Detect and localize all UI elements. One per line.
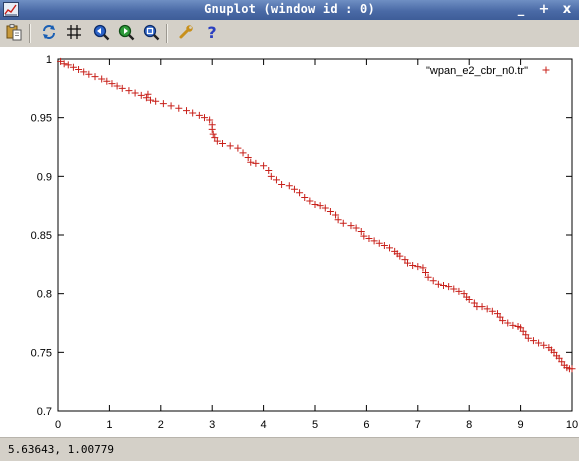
close-button[interactable]: x [558, 1, 576, 18]
y-tick-label: 0.75 [31, 347, 52, 359]
plot-border [57, 58, 573, 412]
data-point [131, 89, 139, 97]
legend-marker [542, 66, 550, 74]
data-point [311, 200, 319, 208]
y-tick-label: 0.95 [31, 113, 52, 125]
data-point [159, 100, 167, 108]
scatter-chart[interactable]: 0 1 2 3 4 5 6 7 8 9 10 0.7 0.75 0.8 0.85 0.9 0.95 1 "wpan… [0, 47, 579, 437]
toolbar-separator [29, 24, 31, 43]
data-point [290, 185, 298, 193]
data-point [414, 263, 422, 271]
x-tick-label: 2 [158, 419, 164, 431]
zoom-previous-icon [92, 23, 110, 45]
wrench-icon [177, 23, 195, 45]
x-tick-label: 0 [55, 419, 61, 431]
status-bar: 5.63643, 1.00779 [0, 437, 579, 461]
x-tick-label: 7 [415, 419, 421, 431]
data-point [167, 102, 175, 110]
autoscale-button[interactable] [140, 23, 162, 44]
data-point [226, 142, 234, 150]
previous-zoom-button[interactable] [90, 23, 112, 44]
grid-icon [65, 23, 83, 45]
data-point [296, 189, 304, 197]
title-bar[interactable]: Gnuplot (window id : 0) _ + x [0, 0, 579, 20]
y-tick-label: 0.7 [37, 406, 52, 418]
data-point [285, 182, 293, 190]
x-tick-label: 9 [518, 419, 524, 431]
copy-to-clipboard-button[interactable] [3, 23, 25, 44]
y-tick-label: 0.8 [37, 289, 52, 301]
x-tick-label: 5 [312, 419, 318, 431]
toolbar: ? [0, 20, 579, 48]
window-title: Gnuplot (window id : 0) [204, 2, 375, 16]
x-tick-label: 6 [363, 419, 369, 431]
replot-icon [40, 23, 58, 45]
legend-plus-marker [542, 66, 550, 74]
data-point [189, 109, 197, 117]
maximize-button[interactable]: + [535, 1, 553, 18]
legend-label: "wpan_e2_cbr_n0.tr" [426, 65, 528, 77]
cursor-coordinates: 5.63643, 1.00779 [8, 443, 114, 456]
data-point [260, 162, 268, 170]
x-tick-label: 8 [466, 419, 472, 431]
svg-text:?: ? [207, 23, 216, 41]
x-tick-label: 1 [106, 419, 112, 431]
data-point [429, 277, 437, 285]
data-point [175, 104, 183, 112]
data-point [208, 125, 216, 133]
data-point [278, 181, 286, 189]
data-point [339, 219, 347, 227]
data-point [209, 130, 217, 138]
replot-button[interactable] [38, 23, 60, 44]
clipboard-icon [5, 23, 23, 45]
toggle-grid-button[interactable] [63, 23, 85, 44]
minimize-button[interactable]: _ [512, 1, 530, 18]
data-point [152, 97, 160, 105]
help-button[interactable]: ? [201, 23, 223, 44]
x-tick-label: 4 [261, 419, 267, 431]
data-point [301, 193, 309, 201]
data-point [125, 87, 133, 95]
options-button[interactable] [175, 23, 197, 44]
zoom-autoscale-icon [142, 23, 160, 45]
data-point [252, 159, 260, 167]
data-point [272, 176, 280, 184]
plot-canvas[interactable]: 0 1 2 3 4 5 6 7 8 9 10 0.7 0.75 0.8 0.85 0.9 0.95 1 "wpan… [0, 47, 579, 437]
zoom-next-icon [117, 23, 135, 45]
data-point [183, 107, 190, 115]
y-tick-label: 1 [46, 54, 52, 66]
data-point [440, 281, 447, 289]
data-point [239, 149, 247, 157]
data-point [306, 197, 314, 205]
data-point [434, 280, 442, 288]
help-icon: ? [203, 23, 221, 45]
data-point [91, 73, 99, 81]
data-point [326, 208, 334, 216]
next-zoom-button[interactable] [115, 23, 137, 44]
x-tick-label: 10 [566, 419, 578, 431]
y-tick-label: 0.9 [37, 171, 52, 183]
data-point [234, 144, 242, 152]
x-tick-label: 3 [209, 419, 215, 431]
toolbar-separator [166, 24, 168, 43]
y-tick-label: 0.85 [31, 230, 52, 242]
